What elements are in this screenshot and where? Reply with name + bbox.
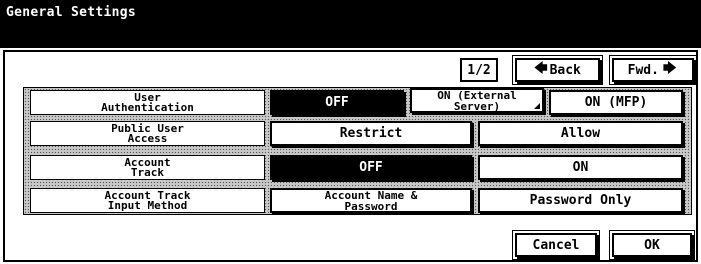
back-arrow-icon: 🡄 xyxy=(534,61,548,76)
account-track-off-button[interactable]: OFF xyxy=(270,155,472,180)
account-track-off-label: OFF xyxy=(359,160,383,175)
user-auth-mfp-button[interactable]: ON (MFP) xyxy=(549,90,683,115)
password-only-label: Password Only xyxy=(529,193,632,208)
dropdown-corner-icon xyxy=(534,103,540,109)
back-label: Back xyxy=(549,62,581,78)
label-account-track: Account Track xyxy=(30,155,265,180)
forward-button[interactable]: Fwd. 🡆 xyxy=(609,55,697,85)
cancel-button[interactable]: Cancel xyxy=(512,230,600,260)
input-method-password-only-button[interactable]: Password Only xyxy=(478,188,683,213)
cancel-label: Cancel xyxy=(532,237,580,253)
user-auth-mfp-label: ON (MFP) xyxy=(584,95,648,110)
page-indicator: 1/2 xyxy=(460,58,498,82)
label-account-track-input-method: Account Track Input Method xyxy=(30,188,265,213)
window-title: General Settings xyxy=(6,5,137,20)
back-button[interactable]: 🡄 Back xyxy=(512,55,603,85)
title-bar: General Settings xyxy=(0,0,701,48)
allow-label: Allow xyxy=(560,126,601,141)
page-number: 1/2 xyxy=(467,62,491,78)
input-method-name-password-button[interactable]: Account Name & Password xyxy=(270,188,472,213)
public-access-restrict-button[interactable]: Restrict xyxy=(270,121,472,146)
user-auth-off-button[interactable]: OFF xyxy=(270,90,404,115)
ok-button[interactable]: OK xyxy=(609,230,695,260)
public-access-allow-button[interactable]: Allow xyxy=(478,121,683,146)
account-track-on-label: ON xyxy=(572,160,589,175)
label-user-authentication: User Authentication xyxy=(30,90,265,115)
restrict-label: Restrict xyxy=(339,126,403,141)
user-auth-external-server-button[interactable]: ON (External Server) xyxy=(410,88,544,113)
forward-label: Fwd. xyxy=(627,62,659,78)
account-track-on-button[interactable]: ON xyxy=(478,155,683,180)
user-auth-off-label: OFF xyxy=(325,95,349,110)
user-auth-external-label: ON (External Server) xyxy=(437,88,517,113)
forward-arrow-icon: 🡆 xyxy=(662,61,677,76)
ok-label: OK xyxy=(644,237,660,253)
name-password-label: Account Name & Password xyxy=(324,188,418,213)
label-public-user-access: Public User Access xyxy=(30,121,265,146)
